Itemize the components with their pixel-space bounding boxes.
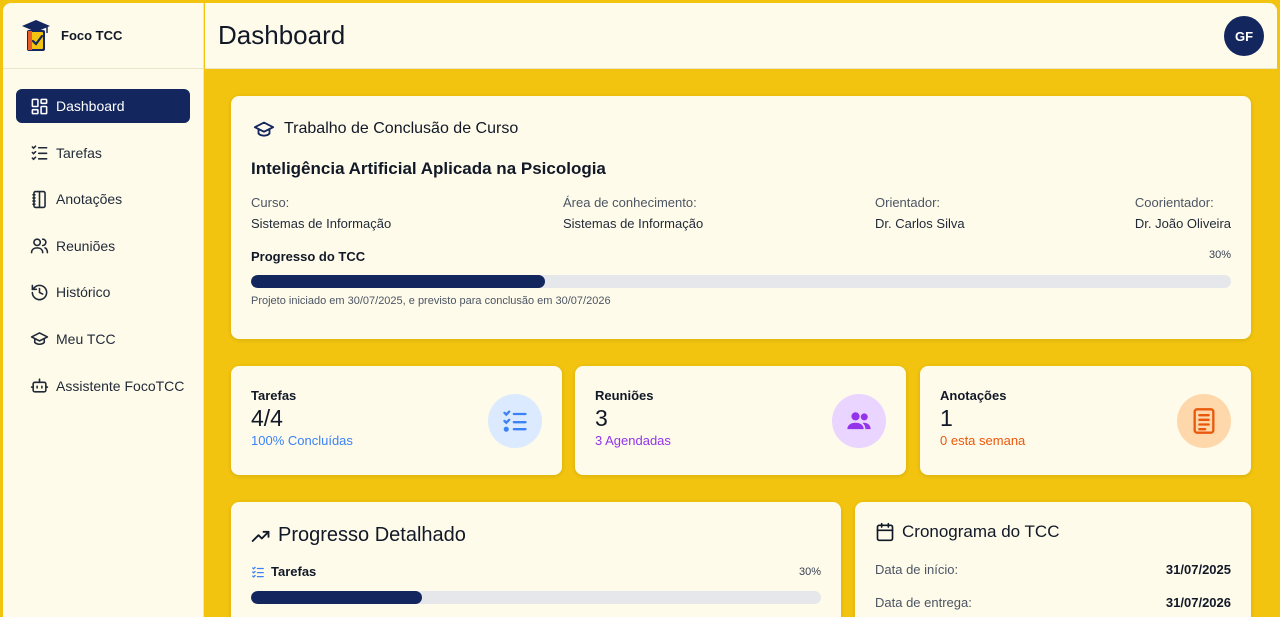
users-icon: [847, 412, 871, 430]
detail-progress-card: Progresso Detalhado Tarefas 30%: [231, 502, 841, 617]
sidebar-item-label: Reuniões: [56, 237, 116, 254]
detail-tarefas-fill: [251, 591, 422, 604]
cronograma-title: Cronograma do TCC: [902, 522, 1060, 541]
sidebar-item-label: Anotações: [56, 191, 123, 208]
sidebar-item-label: Assistente FocoTCC: [56, 377, 185, 394]
detail-tarefas-bar: [251, 591, 821, 604]
sidebar-item-reunioes[interactable]: Reuniões: [16, 229, 190, 263]
detail-row-label: Tarefas: [251, 564, 316, 579]
meta-label: Área de conhecimento:: [563, 195, 697, 210]
meta-label: Curso:: [251, 195, 290, 210]
sidebar-item-label: Dashboard: [56, 98, 125, 114]
detail-card-header: Progresso Detalhado: [251, 524, 821, 547]
tcc-meta: Curso: Sistemas de Informação Área de co…: [251, 195, 1231, 235]
meta-label: Orientador:: [875, 195, 941, 210]
stat-icon-circle: [832, 394, 886, 448]
meta-value: Dr. Carlos Silva: [875, 216, 965, 231]
tcc-progress-bar: [251, 275, 1231, 288]
sidebar-item-label: Tarefas: [56, 144, 102, 161]
tcc-progress-percent: 30%: [1208, 249, 1231, 261]
meta-value: Dr. João Oliveira: [1134, 216, 1231, 231]
meta-value: Sistemas de Informação: [563, 216, 704, 231]
calendar-icon: [876, 522, 894, 542]
meta-value: Sistemas de Informação: [251, 216, 392, 231]
meta-area: Área de conhecimento: Sistemas de Inform…: [563, 195, 703, 231]
page-title: Dashboard: [218, 20, 346, 50]
stat-card-anotacoes[interactable]: Anotações 1 0 esta semana: [920, 366, 1251, 475]
sidebar-item-assistente[interactable]: Assistente FocoTCC: [16, 369, 190, 403]
cronograma-value: 31/07/2025: [1165, 562, 1231, 577]
cronograma-label: Data de entrega:: [875, 595, 972, 610]
checklist-icon: [252, 566, 264, 578]
logo-icon: [22, 19, 50, 51]
notebook-icon: [29, 189, 49, 209]
bot-icon: [29, 376, 49, 396]
checklist-icon: [29, 143, 49, 163]
stat-card-reunioes[interactable]: Reuniões 3 3 Agendadas: [575, 366, 906, 475]
users-icon: [29, 236, 49, 256]
detail-row-label-text: Tarefas: [271, 564, 317, 579]
sidebar: Foco TCC Dashboard Tarefas Anotações Reu…: [3, 3, 204, 617]
sidebar-item-label: Histórico: [56, 284, 111, 301]
cronograma-row-entrega: Data de entrega: 31/07/2026: [875, 595, 1231, 610]
tcc-progress-label: Progresso do TCC: [251, 249, 366, 264]
tcc-title: Inteligência Artificial Aplicada na Psic…: [251, 159, 606, 178]
tcc-card-header: Trabalho de Conclusão de Curso: [251, 118, 1231, 140]
detail-row-percent: 30%: [798, 565, 821, 578]
sidebar-item-anotacoes[interactable]: Anotações: [16, 182, 190, 216]
meta-label: Coorientador:: [1134, 195, 1214, 210]
note-icon: [1193, 408, 1215, 434]
brand-name: Foco TCC: [61, 28, 123, 43]
detail-row-tarefas: Tarefas 30%: [251, 564, 821, 579]
brand[interactable]: Foco TCC: [3, 3, 203, 69]
sidebar-item-meu-tcc[interactable]: Meu TCC: [16, 322, 190, 356]
trending-up-icon: [251, 530, 270, 542]
tcc-card: Trabalho de Conclusão de Curso Inteligên…: [231, 96, 1251, 339]
cronograma-card: Cronograma do TCC Data de início: 31/07/…: [855, 502, 1251, 617]
sidebar-item-label: Meu TCC: [56, 330, 116, 347]
meta-curso: Curso: Sistemas de Informação: [251, 195, 391, 231]
history-icon: [29, 282, 49, 302]
app-window: Foco TCC Dashboard Tarefas Anotações Reu…: [3, 3, 1277, 617]
tcc-progress-row: Progresso do TCC 30%: [251, 249, 1231, 264]
cronograma-value: 31/07/2026: [1165, 595, 1231, 610]
cronograma-row-inicio: Data de início: 31/07/2025: [875, 562, 1231, 577]
sidebar-item-dashboard[interactable]: Dashboard: [16, 89, 190, 123]
meta-coorientador: Coorientador: Dr. João Oliveira: [1135, 195, 1231, 231]
tcc-progress-fill: [251, 275, 545, 288]
stat-icon-circle: [1177, 394, 1231, 448]
checklist-icon: [503, 410, 527, 432]
sidebar-nav: Dashboard Tarefas Anotações Reuniões His…: [3, 69, 203, 403]
topbar: Dashboard GF: [205, 3, 1277, 69]
stat-icon-circle: [488, 394, 542, 448]
detail-card-title: Progresso Detalhado: [278, 524, 466, 546]
avatar[interactable]: GF: [1224, 16, 1264, 56]
tcc-progress-note: Projeto iniciado em 30/07/2025, e previs…: [251, 295, 611, 307]
sidebar-item-tarefas[interactable]: Tarefas: [16, 136, 190, 170]
cronograma-label: Data de início:: [875, 562, 959, 577]
sidebar-item-historico[interactable]: Histórico: [16, 275, 190, 309]
cronograma-header: Cronograma do TCC: [875, 522, 1231, 542]
dashboard-icon: [29, 96, 49, 116]
graduation-cap-icon: [253, 121, 275, 137]
graduation-cap-icon: [29, 329, 49, 349]
meta-orientador: Orientador: Dr. Carlos Silva: [875, 195, 965, 231]
stat-card-tarefas[interactable]: Tarefas 4/4 100% Concluídas: [231, 366, 562, 475]
tcc-section-title: Trabalho de Conclusão de Curso: [284, 120, 519, 137]
